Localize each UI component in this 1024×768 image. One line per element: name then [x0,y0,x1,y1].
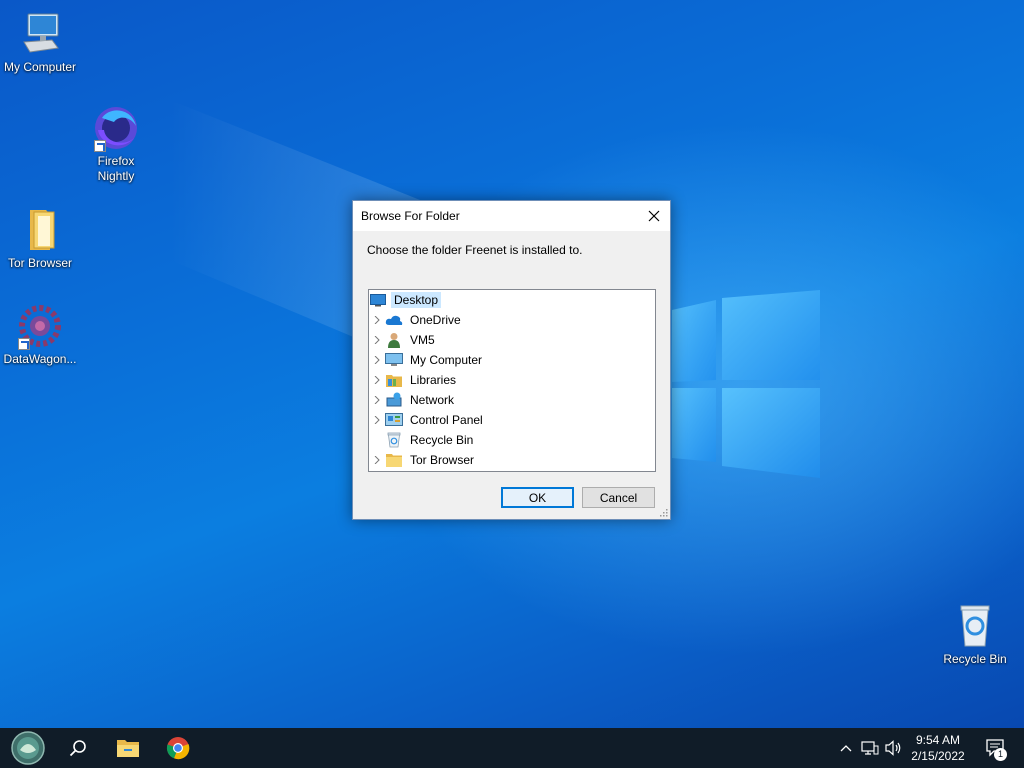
desktop-icon-label: Tor Browser [7,256,72,270]
tree-item-network[interactable]: Network [369,390,655,410]
start-orb-icon [11,731,45,765]
tree-item-libraries[interactable]: Libraries [369,370,655,390]
ok-button[interactable]: OK [501,487,574,508]
tree-item-label: Control Panel [410,413,483,427]
tree-item-tor-browser[interactable]: Tor Browser [369,450,655,470]
desktop-icon-firefox-nightly[interactable]: Firefox Nightly [76,104,156,184]
libraries-icon [385,372,403,388]
desktop-icon-label: Firefox Nightly [97,154,135,183]
tree-item-vm5[interactable]: VM5 [369,330,655,350]
tree-item-label: My Computer [410,353,483,367]
tree-item-label: Tor Browser [410,453,475,467]
tree-item-my-computer[interactable]: My Computer [369,350,655,370]
tree-item-label: Libraries [410,373,457,387]
file-explorer-button[interactable] [104,728,152,768]
tree-item-label: VM5 [410,333,435,347]
firefox-nightly-icon [92,104,140,152]
computer-icon [16,10,64,58]
tree-item-label: Desktop [391,292,442,308]
volume-tray-button[interactable] [884,738,904,758]
cancel-button[interactable]: Cancel [582,487,655,508]
file-explorer-icon [117,740,139,757]
taskbar: 9:54 AM 2/15/2022 1 [0,728,1024,768]
folder-icon [16,206,64,254]
clock-date: 2/15/2022 [911,749,965,763]
desktop-icon-datawagon[interactable]: DataWagon... [0,302,80,367]
dialog-prompt: Choose the folder Freenet is installed t… [367,243,583,257]
tree-item-control-panel[interactable]: Control Panel [369,410,655,430]
start-button[interactable] [4,728,52,768]
chevron-right-icon[interactable] [369,310,385,330]
network-icon [385,392,403,408]
show-hidden-icons-button[interactable] [836,738,856,758]
tree-item-recycle-bin[interactable]: Recycle Bin [369,430,655,450]
shortcut-arrow-icon [18,338,30,350]
recycle-bin-icon [951,602,999,650]
chevron-right-icon[interactable] [369,350,385,370]
network-icon [861,741,879,755]
onedrive-cloud-icon [385,312,403,328]
tree-item-label: Network [410,393,455,407]
resize-grip-icon[interactable] [660,509,668,517]
clock-time: 9:54 AM [915,733,961,747]
chevron-right-icon[interactable] [369,450,385,470]
desktop-icon-recycle-bin[interactable]: Recycle Bin [935,602,1015,667]
desktop-icon-label: DataWagon... [3,352,77,366]
network-tray-button[interactable] [860,738,880,758]
chevron-right-icon[interactable] [369,390,385,410]
chevron-right-icon[interactable] [369,410,385,430]
close-icon [648,210,660,222]
chevron-up-icon [840,745,852,752]
desktop-icon-label: My Computer [3,60,77,74]
search-icon [69,740,86,757]
dialog-titlebar[interactable]: Browse For Folder [353,201,670,231]
speaker-icon [885,740,901,756]
desktop-icon-tor-browser[interactable]: Tor Browser [0,206,80,271]
chrome-icon [166,737,190,760]
tree-item-desktop[interactable]: Desktop [369,290,655,310]
folder-tree[interactable]: Desktop OneDrive VM5 My Computer Librari… [368,289,656,472]
close-button[interactable] [638,201,670,231]
folder-icon [385,452,403,468]
clock[interactable]: 9:54 AM 2/15/2022 [906,732,970,764]
control-panel-icon [385,412,403,428]
chevron-right-icon[interactable] [369,370,385,390]
computer-icon [385,352,403,368]
tree-item-label: Recycle Bin [410,433,474,447]
datawagon-icon [16,302,64,350]
desktop-icon-my-computer[interactable]: My Computer [0,10,80,75]
tree-item-onedrive[interactable]: OneDrive [369,310,655,330]
browse-for-folder-dialog: Browse For Folder Choose the folder Free… [352,200,671,520]
chrome-button[interactable] [154,728,202,768]
chevron-right-icon[interactable] [369,330,385,350]
action-center-button[interactable]: 1 [982,738,1010,761]
recycle-bin-icon [385,432,403,448]
desktop-icon-label: Recycle Bin [943,652,1007,666]
tree-item-label: OneDrive [410,313,461,327]
user-icon [385,332,403,348]
notification-count-badge: 1 [994,748,1007,761]
shortcut-arrow-icon [94,140,106,152]
search-button[interactable] [54,728,102,768]
dialog-title: Browse For Folder [361,209,460,223]
desktop-icon [369,292,387,308]
